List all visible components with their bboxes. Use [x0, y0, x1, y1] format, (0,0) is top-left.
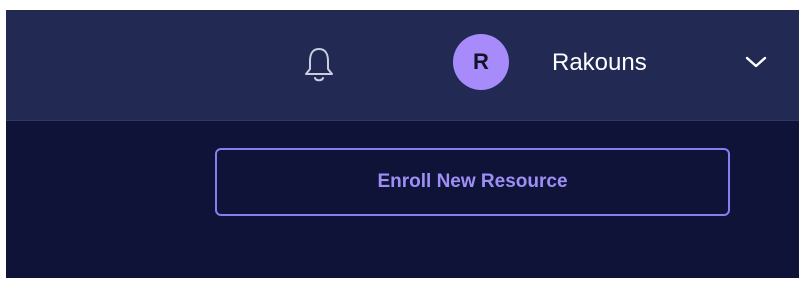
- user-name[interactable]: Rakouns: [552, 48, 647, 78]
- avatar-initial: R: [473, 49, 489, 74]
- bell-icon[interactable]: [302, 46, 336, 82]
- top-navigation-bar: R Rakouns: [6, 10, 799, 121]
- user-avatar[interactable]: R: [453, 34, 509, 90]
- app-frame: R Rakouns Enroll New Resource: [6, 10, 799, 278]
- enroll-new-resource-button[interactable]: Enroll New Resource: [215, 148, 730, 216]
- chevron-down-icon[interactable]: [744, 54, 768, 70]
